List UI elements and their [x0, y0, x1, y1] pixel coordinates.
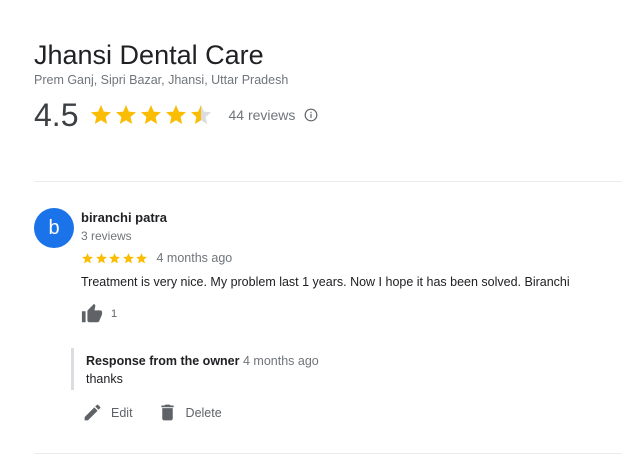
- response-date: 4 months ago: [242, 354, 319, 368]
- review-rating: 4 months ago: [81, 251, 611, 265]
- divider: [34, 453, 621, 454]
- trash-icon[interactable]: [157, 402, 178, 423]
- reviewer-name[interactable]: biranchi patra: [81, 210, 611, 225]
- rating-value: 4.5: [34, 97, 79, 133]
- star-icon: [141, 105, 162, 124]
- review-date: 4 months ago: [156, 251, 233, 265]
- star-icon: [122, 252, 134, 263]
- star-icon: [91, 105, 112, 124]
- owner-response: Response from the owner 4 months ago tha…: [71, 348, 319, 390]
- star-icon: [95, 252, 107, 263]
- like-count: 1: [111, 308, 118, 320]
- divider: [34, 181, 621, 182]
- star-icon: [136, 252, 147, 263]
- review-actions: Edit Delete: [82, 402, 246, 423]
- like-button[interactable]: 1: [81, 303, 611, 325]
- response-text: thanks: [86, 372, 123, 386]
- delete-button[interactable]: Delete: [157, 402, 222, 423]
- business-address: Prem Ganj, Sipri Bazar, Jhansi, Uttar Pr…: [34, 73, 289, 87]
- star-icon: [82, 252, 93, 263]
- avatar-letter: b: [48, 216, 60, 239]
- rating-summary: 4.5 44 reviews: [34, 95, 318, 135]
- response-title: Response from the owner: [86, 354, 240, 368]
- star-icon: [109, 252, 120, 263]
- info-icon[interactable]: [304, 108, 318, 122]
- review-card: biranchi patra 3 reviews 4 months ago Tr…: [81, 210, 611, 325]
- pencil-icon[interactable]: [82, 402, 103, 423]
- overall-rating-stars: [89, 103, 214, 127]
- edit-label[interactable]: Edit: [111, 406, 133, 420]
- star-icon: [116, 105, 137, 124]
- review-text: Treatment is very nice. My problem last …: [81, 275, 570, 289]
- avatar[interactable]: b: [34, 208, 74, 248]
- business-name: Jhansi Dental Care: [34, 40, 264, 70]
- reviews-count-link[interactable]: 44 reviews: [228, 107, 295, 123]
- response-header: Response from the owner 4 months ago: [86, 348, 319, 368]
- reviewer-review-count: 3 reviews: [81, 229, 132, 243]
- business-header: Jhansi Dental Care Prem Ganj, Sipri Baza…: [34, 38, 318, 135]
- delete-label[interactable]: Delete: [186, 406, 222, 420]
- edit-button[interactable]: Edit: [82, 402, 133, 423]
- star-icon: [166, 105, 187, 124]
- thumb-up-icon[interactable]: [81, 303, 103, 325]
- half-star-icon: [191, 105, 212, 124]
